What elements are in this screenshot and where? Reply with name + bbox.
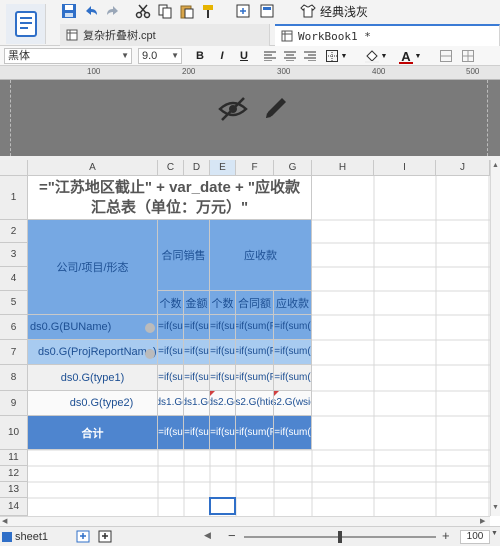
ruler-tick: 100 xyxy=(87,67,101,76)
align-left-icon[interactable] xyxy=(262,48,278,64)
tab1-label: 复杂折叠树.cpt xyxy=(83,30,156,42)
ruler-tick: 200 xyxy=(182,67,196,76)
horizontal-ruler: 100 200 300 400 500 xyxy=(0,66,500,80)
row-header[interactable]: 4 xyxy=(0,267,28,291)
scroll-right-icon[interactable]: ▶ xyxy=(480,517,485,525)
copy-icon[interactable] xyxy=(156,2,174,20)
column-header-f[interactable]: F xyxy=(236,160,274,176)
font-family-select[interactable]: 黑体 ▼ xyxy=(4,48,132,64)
cut-icon[interactable] xyxy=(134,2,152,20)
row-header[interactable]: 11 xyxy=(0,450,28,466)
scroll-left-icon[interactable]: ◀ xyxy=(2,517,7,525)
tab2-label: WorkBook1 * xyxy=(298,29,371,43)
app-menu-button[interactable] xyxy=(6,4,46,44)
row-header[interactable]: 1 xyxy=(0,176,28,220)
column-header-c[interactable]: C xyxy=(158,160,184,176)
column-header-a[interactable]: A xyxy=(28,160,158,176)
bold-button[interactable]: B xyxy=(192,48,208,64)
underline-button[interactable]: U xyxy=(236,48,252,64)
prev-sheet-icon[interactable]: ◀ xyxy=(204,530,211,541)
tab-complex-tree[interactable]: 复杂折叠树.cpt xyxy=(60,24,270,46)
workbook-file-icon xyxy=(281,30,293,42)
row-header[interactable]: 10 xyxy=(0,416,28,450)
row-header[interactable]: 14 xyxy=(0,498,28,516)
column-header-h[interactable]: H xyxy=(312,160,374,176)
row-header[interactable]: 8 xyxy=(0,365,28,391)
chevron-down-icon: ▼ xyxy=(121,51,129,60)
pencil-icon[interactable] xyxy=(262,94,290,125)
theme-label: 经典浅灰 xyxy=(320,4,369,19)
row-header[interactable]: 13 xyxy=(0,482,28,498)
vertical-scrollbar[interactable]: ▲ ▼ xyxy=(490,160,500,516)
redo-icon[interactable] xyxy=(104,2,122,20)
row-header[interactable]: 6 xyxy=(0,315,28,340)
column-header-e[interactable]: E xyxy=(210,160,236,176)
zoom-slider[interactable] xyxy=(244,531,436,543)
add-dashboard-icon[interactable] xyxy=(98,530,114,544)
column-header-i[interactable]: I xyxy=(374,160,436,176)
sheet-name: sheet1 xyxy=(15,531,49,543)
selected-cell[interactable] xyxy=(209,497,236,515)
scroll-down-icon[interactable]: ▼ xyxy=(492,504,499,511)
font-size-value: 9.0 xyxy=(142,50,158,62)
zoom-out-button[interactable]: − xyxy=(228,528,236,543)
chevron-down-icon[interactable]: ▼ xyxy=(340,48,348,64)
row-header[interactable]: 9 xyxy=(0,391,28,416)
sheet-icon xyxy=(2,532,12,542)
status-bar: sheet1 ◀ − + 100 ▼ xyxy=(0,526,500,546)
font-color-icon[interactable]: A xyxy=(398,48,414,64)
format-bar: 黑体 ▼ 9.0 ▼ B I U ▼ ▼ A ▼ xyxy=(0,46,500,66)
insert-icon[interactable] xyxy=(234,2,252,20)
font-size-select[interactable]: 9.0 ▼ xyxy=(138,48,182,64)
chevron-down-icon: ▼ xyxy=(171,51,179,60)
tab-workbook1[interactable]: WorkBook1 * xyxy=(275,24,500,46)
align-center-icon[interactable] xyxy=(282,48,298,64)
row-header[interactable]: 2 xyxy=(0,220,28,243)
ruler-tick: 400 xyxy=(372,67,386,76)
undo-icon[interactable] xyxy=(82,2,100,20)
split-cells-icon[interactable] xyxy=(460,48,476,64)
row-header[interactable]: 7 xyxy=(0,340,28,365)
zoom-in-button[interactable]: + xyxy=(442,528,450,543)
borders-icon[interactable] xyxy=(324,48,340,64)
save-icon[interactable] xyxy=(60,2,78,20)
template-icon[interactable] xyxy=(258,2,276,20)
zoom-slider-handle[interactable] xyxy=(338,531,342,543)
merge-cells-icon[interactable] xyxy=(438,48,454,64)
empty-gridlines xyxy=(28,176,490,516)
format-painter-icon[interactable] xyxy=(200,2,218,20)
chevron-down-icon[interactable]: ▼ xyxy=(380,48,388,64)
eye-off-icon[interactable] xyxy=(218,94,248,127)
chevron-down-icon[interactable]: ▼ xyxy=(414,48,422,64)
ruler-tick: 500 xyxy=(466,67,480,76)
chevron-down-icon[interactable]: ▼ xyxy=(491,530,498,537)
add-sheet-icon[interactable] xyxy=(76,530,92,544)
column-header-g[interactable]: G xyxy=(274,160,312,176)
page-header-area xyxy=(0,80,500,156)
column-header-j[interactable]: J xyxy=(436,160,490,176)
app-logo-icon xyxy=(14,11,37,37)
font-family-value: 黑体 xyxy=(8,50,30,62)
zoom-value[interactable]: 100 xyxy=(460,530,490,544)
fill-color-icon[interactable] xyxy=(364,48,380,64)
italic-button[interactable]: I xyxy=(214,48,230,64)
row-header[interactable]: 12 xyxy=(0,466,28,482)
scroll-up-icon[interactable]: ▲ xyxy=(492,162,499,169)
ruler-tick: 300 xyxy=(277,67,291,76)
align-right-icon[interactable] xyxy=(302,48,318,64)
horizontal-scrollbar[interactable]: ◀ ▶ xyxy=(0,516,490,526)
shirt-icon xyxy=(300,4,316,18)
row-header[interactable]: 3 xyxy=(0,243,28,267)
sheet-tab[interactable]: sheet1 xyxy=(2,530,48,544)
report-file-icon xyxy=(66,29,78,41)
paste-icon[interactable] xyxy=(178,2,196,20)
main-toolbar: 经典浅灰 复杂折叠树.cpt WorkBook1 * xyxy=(0,0,500,46)
column-header-d[interactable]: D xyxy=(184,160,210,176)
row-header[interactable]: 5 xyxy=(0,291,28,315)
theme-button[interactable]: 经典浅灰 xyxy=(300,2,368,20)
header-region xyxy=(10,80,488,156)
spreadsheet-grid: A C D E F G H I J 1 2 3 4 5 6 7 8 9 10 1… xyxy=(0,160,500,526)
select-all-corner[interactable] xyxy=(0,160,28,176)
